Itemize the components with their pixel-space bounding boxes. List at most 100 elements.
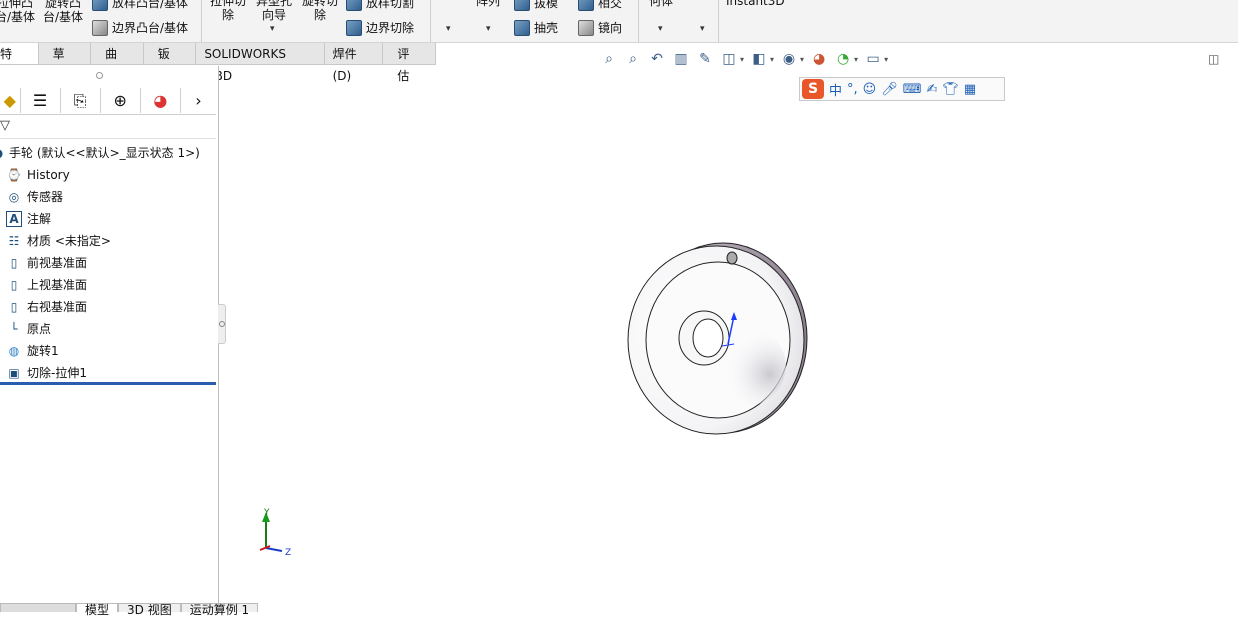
command-tabs: 特征 草图 曲面 钣金 SOLIDWORKS MBD 焊件(D) 评估 (0, 43, 436, 83)
property-manager-tab-icon[interactable]: ☰ (21, 88, 61, 113)
shell-label: 抽壳 (534, 21, 559, 35)
tree-item-right-plane[interactable]: ▯ 右视基准面 (0, 296, 216, 318)
tree-item-label: 切除-拉伸1 (27, 366, 87, 380)
plane-icon: ▯ (10, 278, 18, 292)
boundary-cut-button[interactable]: 边界切除 (346, 19, 414, 36)
tree-item-history[interactable]: ⌚ History (0, 164, 216, 186)
sensor-icon: ◎ (8, 190, 20, 204)
loft-boss-button[interactable]: 放样凸台/基体 (92, 0, 188, 11)
plane-icon: ▯ (10, 300, 18, 314)
tree-item-label: 右视基准面 (27, 300, 88, 314)
panel-splitter[interactable] (218, 304, 226, 344)
mirror-button[interactable]: 镜向 (578, 19, 622, 36)
origin-icon: └ (10, 322, 18, 336)
panel-grip-icon[interactable] (96, 72, 103, 79)
feature-manager-panel: ◆ ☰ ⎘ ⊕ ◕ › ▽ ◗ 手轮 (默认<<默认>_显示状态 1>) ⌚ H… (0, 66, 219, 612)
tree-item-sensors[interactable]: ◎ 传感器 (0, 186, 216, 208)
tree-item-origin[interactable]: └ 原点 (0, 318, 216, 340)
intersect-label: 相交 (598, 0, 623, 10)
tree-item-cut-extrude1[interactable]: ▣ 切除-拉伸1 (0, 362, 216, 384)
display-manager-tab-icon[interactable]: ◕ (141, 88, 181, 113)
triad-z-label: Z (285, 548, 291, 558)
pattern-label: 阵列 (475, 0, 500, 8)
tab-evaluate[interactable]: 评估 (383, 43, 436, 83)
triad-y-label: Y (263, 508, 270, 518)
feature-tree: ◗ 手轮 (默认<<默认>_显示状态 1>) ⌚ History ◎ 传感器 A… (0, 142, 216, 384)
rollback-bar[interactable] (0, 382, 216, 385)
tree-item-material[interactable]: ☷ 材质 <未指定> (0, 230, 216, 252)
material-icon: ☷ (8, 234, 20, 248)
extrude-boss-button[interactable]: 拉伸凸台/基体 (0, 0, 38, 24)
revolve-boss-label: 旋转凸台/基体 (42, 0, 84, 24)
handwheel-part[interactable] (627, 242, 808, 435)
mirror-label: 镜向 (598, 21, 623, 35)
extrude-cut-label: 拉伸切除 (209, 0, 246, 22)
expand-tabs-icon[interactable]: › (181, 88, 216, 113)
plane-icon: ▯ (10, 256, 18, 270)
shell-icon (514, 19, 530, 36)
boundary-boss-button[interactable]: 边界凸台/基体 (92, 19, 188, 36)
restore-icon[interactable]: ◫ (1208, 52, 1219, 66)
tree-item-annotations[interactable]: A 注解 (0, 208, 216, 230)
tab-sketch[interactable]: 草图 (38, 43, 92, 83)
boundary-cut-icon (346, 19, 362, 36)
tree-item-front-plane[interactable]: ▯ 前视基准面 (0, 252, 216, 274)
pattern-button[interactable]: 阵列 (470, 0, 506, 8)
mirror-icon (578, 19, 594, 36)
instant3d-button[interactable]: Instant3D (726, 0, 785, 8)
extrude-boss-label: 拉伸凸台/基体 (0, 0, 36, 24)
filter-icon[interactable]: ▽ (0, 114, 216, 139)
tab-mbd[interactable]: SOLIDWORKS MBD (196, 43, 325, 83)
loft-cut-button[interactable]: 放样切割 (346, 0, 414, 11)
draft-button[interactable]: 拔模 (514, 0, 558, 11)
annotation-icon: A (6, 211, 22, 227)
cut-extrude-icon: ▣ (8, 366, 20, 380)
intersect-button[interactable]: 相交 (578, 0, 622, 11)
part-icon: ◗ (0, 145, 4, 161)
tree-item-label: 材质 <未指定> (27, 234, 111, 248)
instant3d-label: Instant3D (726, 0, 785, 8)
draft-icon (514, 0, 530, 11)
tab-scroll-buttons[interactable] (0, 603, 76, 612)
shell-button[interactable]: 抽壳 (514, 19, 558, 36)
ref-geometry-button[interactable]: 参考几何体 (643, 0, 679, 8)
boundary-icon (92, 19, 108, 36)
dimxpert-manager-tab-icon[interactable]: ⊕ (101, 88, 141, 113)
tree-item-label: History (27, 168, 70, 182)
configuration-manager-tab-icon[interactable]: ⎘ (61, 88, 101, 113)
tab-features[interactable]: 特征 (0, 43, 39, 83)
tree-item-revolve1[interactable]: ◍ 旋转1 (0, 340, 216, 362)
command-manager-ribbon: 拉伸凸台/基体 旋转凸台/基体 放样凸台/基体 边界凸台/基体 拉伸切除 异型孔… (0, 0, 1238, 43)
hole-wizard-button[interactable]: 异型孔向导 (254, 0, 294, 22)
tree-item-label: 传感器 (27, 190, 64, 204)
loft-icon (92, 0, 108, 11)
intersect-icon (578, 0, 594, 11)
tab-sheet-metal[interactable]: 钣金 (143, 43, 197, 83)
tree-item-label: 前视基准面 (27, 256, 88, 270)
revolve-icon: ◍ (8, 344, 20, 358)
ref-geometry-label: 参考几何体 (648, 0, 673, 8)
loft-cut-icon (346, 0, 362, 11)
history-icon: ⌚ (6, 168, 22, 182)
tab-model[interactable]: 模型 (76, 603, 119, 616)
model-view: Y Z (259, 242, 808, 558)
tab-weldments[interactable]: 焊件(D) (324, 43, 384, 83)
graphics-area[interactable]: Y Z (226, 66, 1238, 612)
manager-tabs: ◆ ☰ ⎘ ⊕ ◕ › (0, 88, 216, 115)
revolve-boss-button[interactable]: 旋转凸台/基体 (40, 0, 86, 24)
revolve-cut-button[interactable]: 旋转切除 (300, 0, 340, 22)
tree-item-label: 原点 (27, 322, 52, 336)
tab-surfaces[interactable]: 曲面 (91, 43, 144, 83)
feature-manager-tab-icon[interactable]: ◆ (0, 88, 21, 113)
extrude-cut-button[interactable]: 拉伸切除 (206, 0, 250, 22)
tree-item-label: 注解 (27, 212, 52, 226)
tab-motion-study[interactable]: 运动算例 1 (180, 603, 259, 616)
tree-item-label: 上视基准面 (27, 278, 88, 292)
boundary-cut-label: 边界切除 (366, 21, 415, 35)
tab-3d-views[interactable]: 3D 视图 (118, 603, 181, 616)
boundary-boss-label: 边界凸台/基体 (112, 21, 189, 35)
tree-root[interactable]: ◗ 手轮 (默认<<默认>_显示状态 1>) (0, 142, 216, 164)
reference-triad: Y Z (259, 508, 291, 558)
hole-wizard-label: 异型孔向导 (255, 0, 292, 22)
tree-item-top-plane[interactable]: ▯ 上视基准面 (0, 274, 216, 296)
